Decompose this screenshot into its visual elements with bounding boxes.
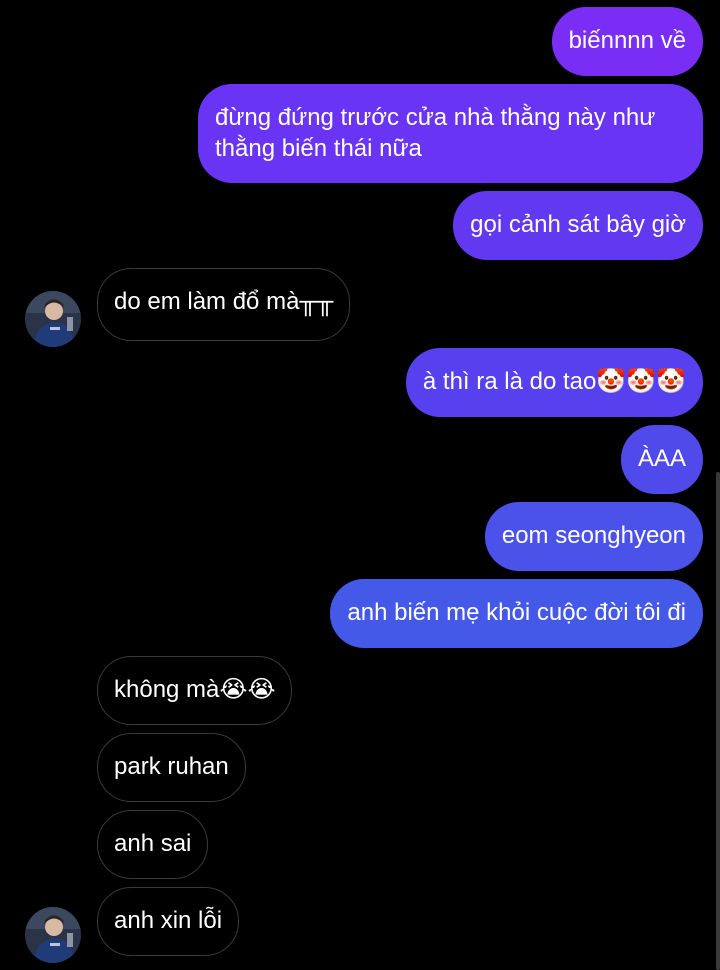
message-sent[interactable]: eom seonghyeon [484,502,703,571]
message-text: ÀAA [637,445,686,472]
contact-avatar[interactable] [25,907,81,963]
message-sent[interactable]: biếnnnn về [551,7,703,76]
avatar-icon [25,291,81,347]
scrollbar[interactable] [716,472,720,970]
message-sent[interactable]: gọi cảnh sát bây giờ [453,191,703,260]
message-sent[interactable]: anh biến mẹ khỏi cuộc đời tôi đi [330,579,703,648]
message-text: anh biến mẹ khỏi cuộc đời tôi đi [347,599,686,626]
message-received[interactable]: do em làm đổ mà╥╥ [97,268,351,341]
message-text: không mà😭😭 [114,676,276,703]
avatar-icon [25,907,81,963]
message-text: đừng đứng trước cửa nhà thằng này như th… [215,104,656,162]
message-text: gọi cảnh sát bây giờ [470,211,686,238]
message-text: à thì ra là do tao🤡🤡🤡 [422,368,686,395]
message-text: biếnnnn về [568,27,686,54]
message-text: anh xin lỗi [114,907,223,934]
message-received[interactable]: không mà😭😭 [97,656,293,725]
contact-avatar[interactable] [25,291,81,347]
message-text: do em làm đổ mà╥╥ [114,288,334,315]
message-sent[interactable]: à thì ra là do tao🤡🤡🤡 [405,348,703,417]
message-received[interactable]: anh xin lỗi [97,887,240,956]
message-received[interactable]: park ruhan [97,733,246,802]
message-sent[interactable]: đừng đứng trước cửa nhà thằng này như th… [198,84,703,183]
message-sent[interactable]: ÀAA [620,425,703,494]
message-received[interactable]: anh sai [97,810,209,879]
message-text: park ruhan [114,753,229,780]
message-text: anh sai [114,830,192,857]
message-text: eom seonghyeon [501,522,686,549]
